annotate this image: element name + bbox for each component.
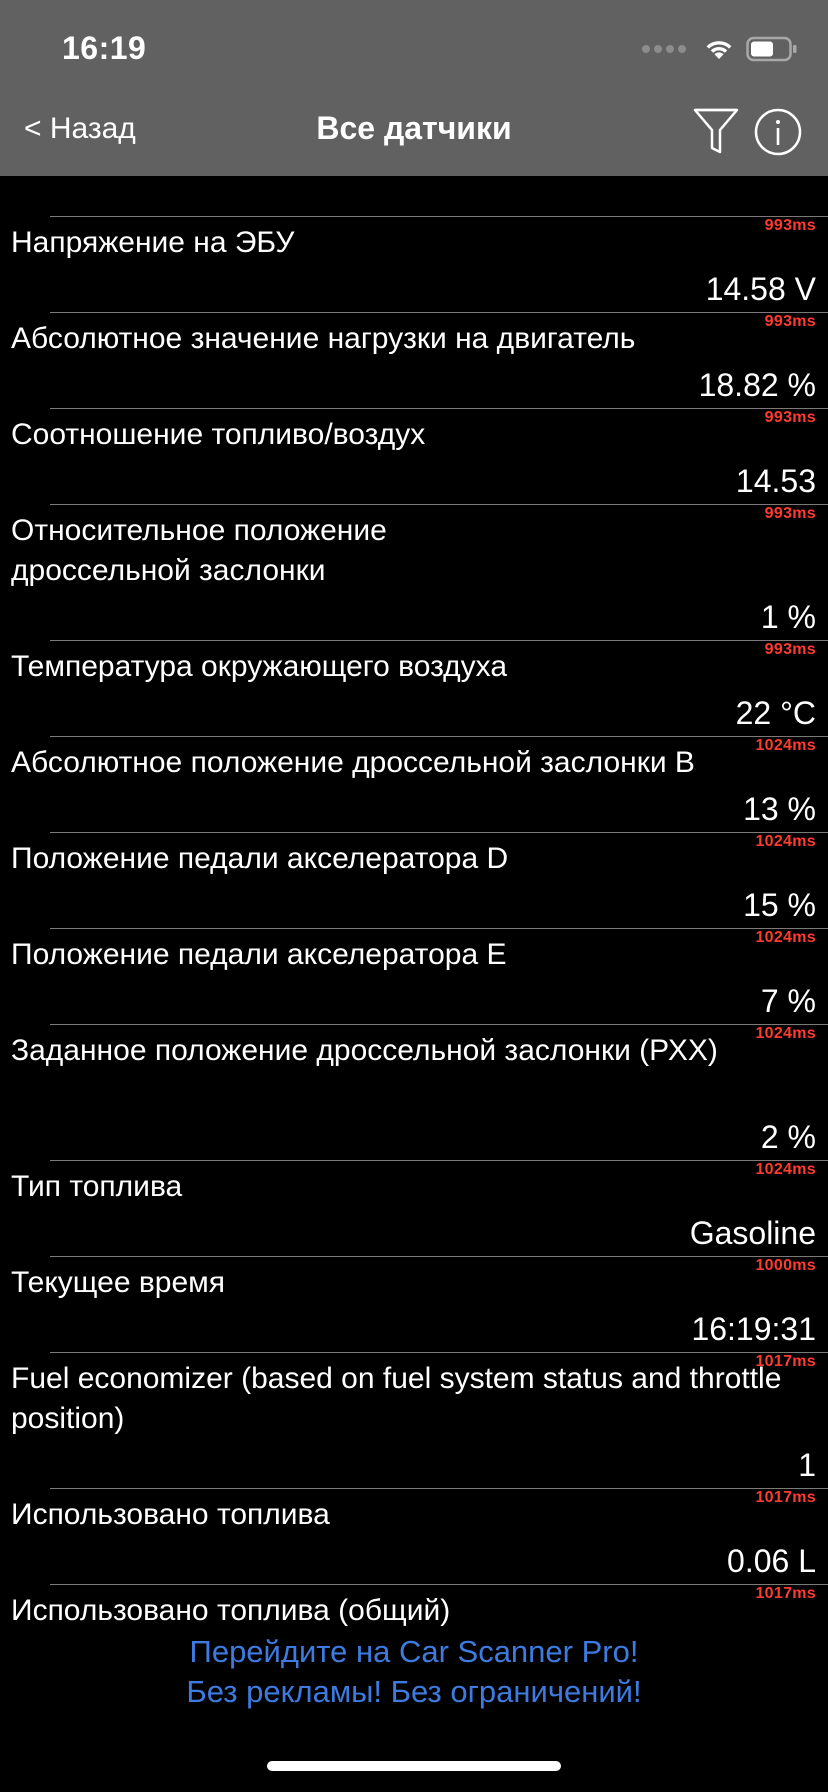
sensor-row[interactable]: Температура окружающего воздуха 993ms 22… (0, 640, 828, 736)
sensor-value: 15 % (743, 887, 816, 923)
sensor-value: 2 % (760, 1119, 816, 1155)
sensor-value: 22 °C (735, 695, 816, 731)
cellular-signal-icon (642, 45, 686, 53)
sensor-value: 14.53 (735, 463, 816, 499)
sensor-latency: 1024ms (755, 833, 816, 850)
status-time: 16:19 (62, 30, 147, 66)
sensor-value: 18.82 % (698, 367, 816, 403)
sensor-row[interactable]: Соотношение топливо/воздух 993ms 14.53 (0, 408, 828, 504)
sensor-value: Gasoline (689, 1215, 816, 1251)
sensor-row[interactable]: Текущее время 1000ms 16:19:31 (0, 1256, 828, 1352)
sensor-value: 14.58 V (705, 271, 816, 307)
sensor-name: Абсолютное значение нагрузки на двигател… (11, 322, 636, 355)
sensor-name: Использовано топлива (11, 1498, 330, 1531)
sensor-row[interactable]: Заданное положение дроссельной заслонки … (0, 1024, 828, 1160)
sensor-value: 1 % (760, 599, 816, 635)
sensor-latency: 993ms (764, 409, 816, 426)
sensor-row[interactable]: Использовано топлива 1017ms 0.06 L (0, 1488, 828, 1584)
info-icon[interactable] (754, 108, 802, 156)
sensor-name: Относительное положение дроссельной засл… (11, 514, 387, 587)
battery-icon (746, 36, 797, 62)
sensor-latency: 1000ms (755, 1257, 816, 1274)
sensor-name: Тип топлива (11, 1170, 183, 1203)
sensor-latency: 1024ms (755, 929, 816, 946)
sensor-name: Текущее время (11, 1266, 226, 1299)
sensor-value: 16:19:31 (691, 1311, 816, 1347)
sensor-latency: 1024ms (755, 1025, 816, 1042)
sensor-latency: 1017ms (755, 1353, 816, 1370)
sensor-row[interactable]: Напряжение на ЭБУ 993ms 14.58 V (0, 216, 828, 312)
sensor-latency: 1024ms (755, 1161, 816, 1178)
sensor-row[interactable]: Fuel economizer (based on fuel system st… (0, 1352, 828, 1488)
sensor-latency: 993ms (764, 217, 816, 234)
sensor-name: Положение педали акселератора D (11, 842, 509, 875)
sensor-name: Положение педали акселератора E (11, 938, 507, 971)
navigation-bar: 16:19 < Назад Все датчики (0, 0, 828, 176)
sensor-name: Температура окружающего воздуха (11, 650, 508, 683)
page-title: Все датчики (316, 110, 512, 146)
sensor-name: Абсолютное положение дроссельной заслонк… (11, 746, 695, 779)
sensor-name: Соотношение топливо/воздух (11, 418, 426, 451)
back-button[interactable]: < Назад (24, 112, 136, 146)
sensor-row[interactable]: Использовано топлива (общий) 1017ms (0, 1584, 828, 1636)
sensor-latency: 1017ms (755, 1585, 816, 1602)
sensor-row[interactable]: Относительное положение дроссельной засл… (0, 504, 828, 640)
sensor-latency: 993ms (764, 641, 816, 658)
list-top-spacer (0, 176, 828, 216)
sensor-name: Fuel economizer (based on fuel system st… (11, 1362, 782, 1435)
sensor-list[interactable]: Напряжение на ЭБУ 993ms 14.58 V Абсолютн… (0, 176, 828, 1636)
sensor-row[interactable]: Тип топлива 1024ms Gasoline (0, 1160, 828, 1256)
sensor-name: Использовано топлива (общий) (11, 1594, 451, 1627)
promo-line-2: Без рекламы! Без ограничений! (186, 1674, 642, 1709)
sensor-row[interactable]: Абсолютное значение нагрузки на двигател… (0, 312, 828, 408)
sensor-latency: 1017ms (755, 1489, 816, 1506)
sensor-value: 1 (798, 1447, 816, 1483)
sensor-latency: 993ms (764, 505, 816, 522)
sensor-latency: 993ms (764, 313, 816, 330)
sensor-row[interactable]: Абсолютное положение дроссельной заслонк… (0, 736, 828, 832)
home-indicator[interactable] (267, 1761, 561, 1771)
sensor-name: Напряжение на ЭБУ (11, 226, 295, 259)
sensor-row[interactable]: Положение педали акселератора D 1024ms 1… (0, 832, 828, 928)
sensor-latency: 1024ms (755, 737, 816, 754)
sensor-value: 0.06 L (727, 1543, 816, 1579)
wifi-icon (706, 41, 732, 59)
promo-line-1: Перейдите на Car Scanner Pro! (189, 1634, 639, 1669)
upgrade-promo-link[interactable]: Перейдите на Car Scanner Pro! Без реклам… (0, 1632, 828, 1712)
filter-icon[interactable] (692, 106, 740, 156)
sensor-row[interactable]: Положение педали акселератора E 1024ms 7… (0, 928, 828, 1024)
sensor-value: 13 % (743, 791, 816, 827)
status-icons (642, 36, 798, 62)
sensor-name: Заданное положение дроссельной заслонки … (11, 1034, 718, 1067)
sensor-value: 7 % (760, 983, 816, 1019)
